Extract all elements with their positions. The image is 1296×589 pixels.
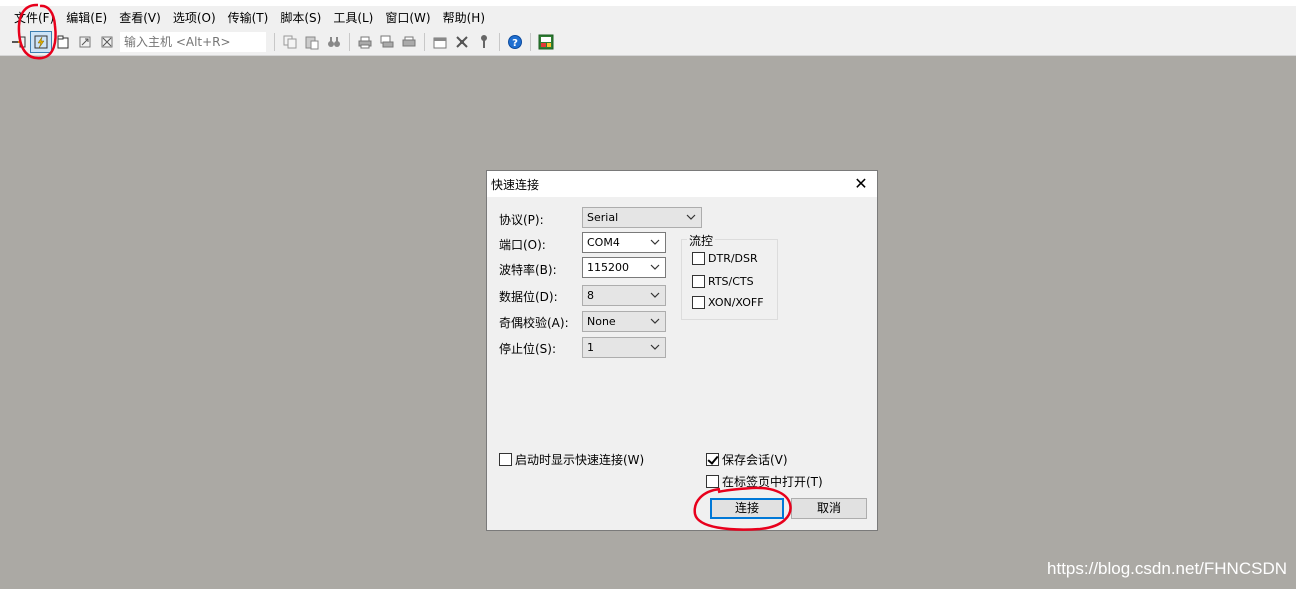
data-bits-value: 8 xyxy=(587,289,594,302)
rts-cts-label: RTS/CTS xyxy=(708,275,754,288)
data-bits-label: 数据位(D): xyxy=(499,290,558,304)
save-session-row[interactable]: 保存会话(V) xyxy=(706,451,788,468)
chevron-down-icon xyxy=(650,264,660,270)
host-input[interactable] xyxy=(120,32,266,52)
dtr-dsr-label: DTR/DSR xyxy=(708,252,758,265)
connect-in-tab-icon[interactable] xyxy=(52,31,74,53)
port-value: COM4 xyxy=(587,236,620,249)
menu-tools[interactable]: 工具(L) xyxy=(327,8,379,28)
disconnect-icon[interactable] xyxy=(96,31,118,53)
data-bits-select[interactable]: 8 xyxy=(582,285,666,306)
dtr-dsr-checkbox-row[interactable]: DTR/DSR xyxy=(692,252,758,265)
open-in-tab-row[interactable]: 在标签页中打开(T) xyxy=(706,473,823,490)
print-screen-icon[interactable] xyxy=(398,31,420,53)
show-on-startup-label: 启动时显示快速连接(W) xyxy=(515,453,645,467)
rts-cts-checkbox[interactable] xyxy=(692,275,705,288)
close-icon[interactable]: ✕ xyxy=(851,174,871,194)
toolbar-separator xyxy=(349,33,350,51)
toolbar-separator xyxy=(499,33,500,51)
parity-select[interactable]: None xyxy=(582,311,666,332)
print-icon[interactable] xyxy=(354,31,376,53)
chevron-down-icon xyxy=(650,318,660,324)
watermark: https://blog.csdn.net/FHNCSDN xyxy=(1047,559,1287,578)
protocol-select[interactable]: Serial xyxy=(582,207,702,228)
reconnect-icon[interactable] xyxy=(74,31,96,53)
show-on-startup-row[interactable]: 启动时显示快速连接(W) xyxy=(499,451,644,468)
baud-select[interactable]: 115200 xyxy=(582,257,666,278)
parity-value: None xyxy=(587,315,616,328)
open-in-tab-checkbox[interactable] xyxy=(706,475,719,488)
xon-xoff-checkbox[interactable] xyxy=(692,296,705,309)
baud-value: 115200 xyxy=(587,261,629,274)
toolbar-separator xyxy=(424,33,425,51)
stop-bits-select[interactable]: 1 xyxy=(582,337,666,358)
quick-connect-icon[interactable] xyxy=(30,31,52,53)
baud-label: 波特率(B): xyxy=(499,263,557,277)
chevron-down-icon xyxy=(650,344,660,350)
flow-control-title: 流控 xyxy=(687,232,716,249)
protocol-label: 协议(P): xyxy=(499,213,544,227)
chevron-down-icon xyxy=(650,239,660,245)
port-select[interactable]: COM4 xyxy=(582,232,666,253)
menubar: 文件(F) 编辑(E) 查看(V) 选项(O) 传输(T) 脚本(S) 工具(L… xyxy=(0,6,1296,29)
chevron-down-icon xyxy=(686,214,696,220)
xon-xoff-label: XON/XOFF xyxy=(708,296,764,309)
session-options-icon[interactable] xyxy=(429,31,451,53)
menu-file[interactable]: 文件(F) xyxy=(8,8,60,28)
find-icon[interactable] xyxy=(323,31,345,53)
rts-cts-checkbox-row[interactable]: RTS/CTS xyxy=(692,275,754,288)
parity-label: 奇偶校验(A): xyxy=(499,316,569,330)
global-options-icon[interactable] xyxy=(451,31,473,53)
save-session-label: 保存会话(V) xyxy=(722,453,788,467)
port-label: 端口(O): xyxy=(499,238,546,252)
cancel-button[interactable]: 取消 xyxy=(791,498,867,519)
svg-text:?: ? xyxy=(512,38,518,49)
toolbar-separator xyxy=(274,33,275,51)
toolbar: ? xyxy=(0,29,1296,56)
dtr-dsr-checkbox[interactable] xyxy=(692,252,705,265)
connect-button[interactable]: 连接 xyxy=(710,498,784,519)
menu-window[interactable]: 窗口(W) xyxy=(379,8,436,28)
connect-icon[interactable] xyxy=(8,31,30,53)
help-icon[interactable]: ? xyxy=(504,31,526,53)
chevron-down-icon xyxy=(650,292,660,298)
sftp-icon[interactable] xyxy=(535,31,557,53)
print-setup-icon[interactable] xyxy=(376,31,398,53)
dialog-titlebar[interactable]: 快速连接 ✕ xyxy=(487,171,877,197)
toolbar-separator xyxy=(530,33,531,51)
show-on-startup-checkbox[interactable] xyxy=(499,453,512,466)
dialog-title: 快速连接 xyxy=(491,177,540,192)
paste-icon[interactable] xyxy=(301,31,323,53)
menu-edit[interactable]: 编辑(E) xyxy=(60,8,113,28)
menu-transfer[interactable]: 传输(T) xyxy=(222,8,275,28)
open-in-tab-label: 在标签页中打开(T) xyxy=(722,475,823,489)
quick-connect-dialog: 快速连接 ✕ 协议(P): Serial 端口(O): COM4 波特率(B):… xyxy=(486,170,878,531)
xon-xoff-checkbox-row[interactable]: XON/XOFF xyxy=(692,296,764,309)
menu-help[interactable]: 帮助(H) xyxy=(437,8,491,28)
menu-script[interactable]: 脚本(S) xyxy=(274,8,327,28)
stop-bits-value: 1 xyxy=(587,341,594,354)
save-session-checkbox[interactable] xyxy=(706,453,719,466)
keymap-icon[interactable] xyxy=(473,31,495,53)
menu-view[interactable]: 查看(V) xyxy=(113,8,167,28)
copy-icon[interactable] xyxy=(279,31,301,53)
protocol-value: Serial xyxy=(587,211,619,224)
menu-options[interactable]: 选项(O) xyxy=(167,8,222,28)
stop-bits-label: 停止位(S): xyxy=(499,342,557,356)
